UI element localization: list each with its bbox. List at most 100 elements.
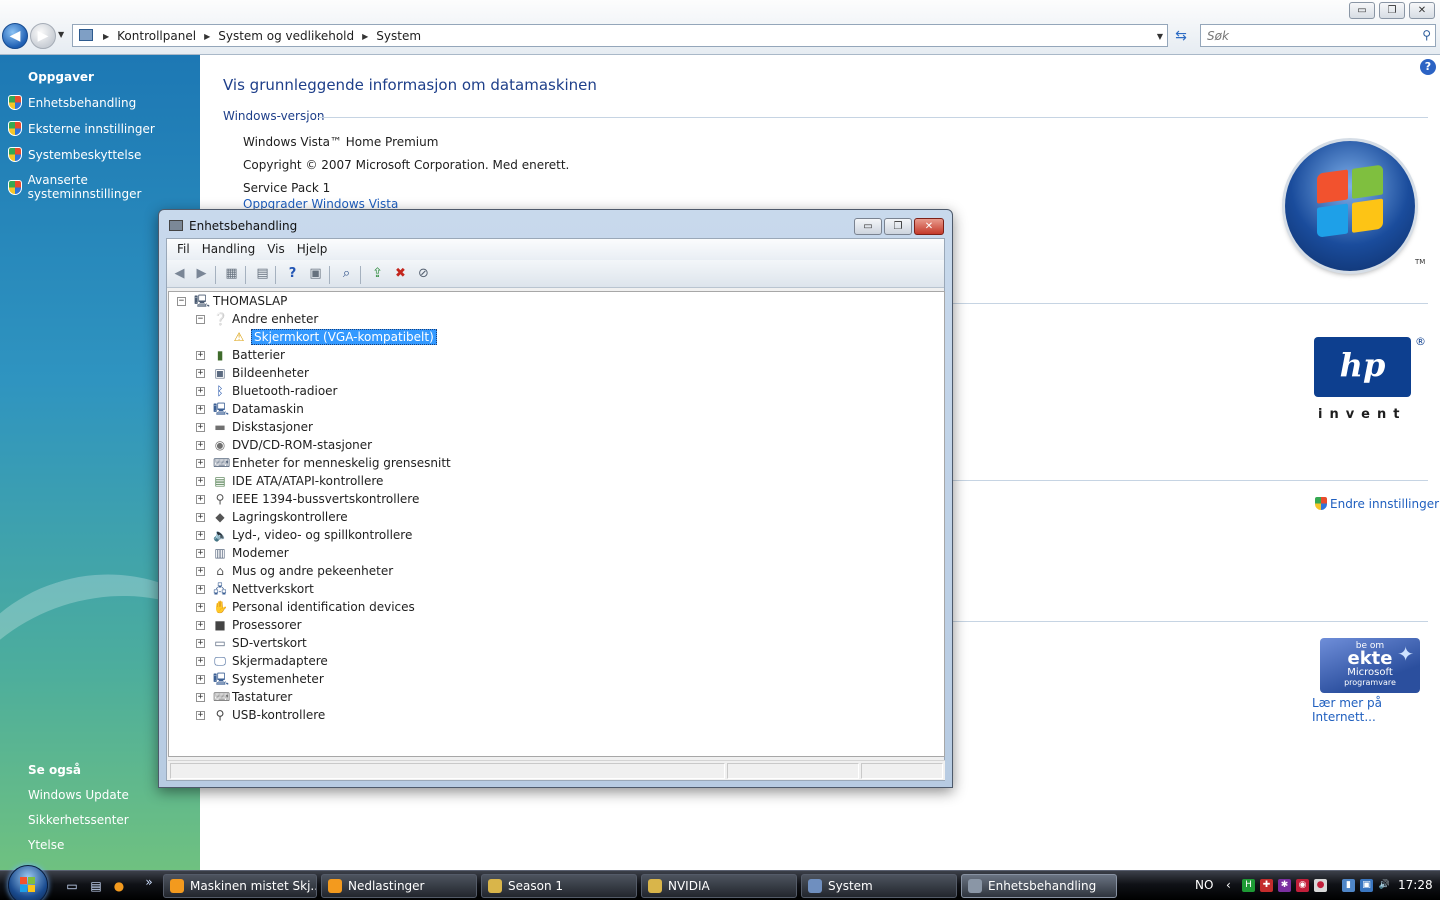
update-driver-icon[interactable]: ⇪ [369,266,386,282]
expand-icon[interactable]: + [196,602,205,612]
expand-icon[interactable]: + [196,386,205,396]
expand-icon[interactable]: + [196,656,205,666]
breadcrumb-system[interactable]: System [376,29,421,43]
forward-button[interactable]: ▶ [30,23,56,49]
taskbar-button-downloads[interactable]: Nedlastinger [321,874,477,898]
tree-category-datamaskin[interactable]: + 🖳 Datamaskin [196,400,304,418]
show-hide-tree-icon[interactable]: ▦ [223,266,240,282]
scan-hardware-icon[interactable]: ⌕ [338,266,355,282]
tree-category-ide-ata-atapi-kontrollere[interactable]: + ▤ IDE ATA/ATAPI-kontrollere [196,472,383,490]
breadcrumb-separator-icon[interactable]: ▶ [362,29,368,43]
breadcrumb-separator-icon[interactable]: ▶ [204,29,210,43]
collapse-icon[interactable]: − [196,314,205,324]
tray-security-icon[interactable]: ✚ [1260,879,1273,892]
tray-network-icon[interactable]: ✱ [1278,879,1291,892]
tree-category-personal-identification-devices[interactable]: + ✋ Personal identification devices [196,598,415,616]
tree-category-lagringskontrollere[interactable]: + ◆ Lagringskontrollere [196,508,348,526]
link-ytelse[interactable]: Ytelse [28,838,64,852]
close-button[interactable]: ✕ [1409,2,1435,19]
expand-icon[interactable]: + [196,638,205,648]
tree-category-usb-kontrollere[interactable]: + ⚲ USB-kontrollere [196,706,325,724]
switch-windows-icon[interactable]: ▤ [88,878,104,894]
dm-minimize-button[interactable]: ▭ [854,218,882,235]
device-tree[interactable]: − 🖳 THOMASLAP − ❔ Andre enheter ⚠ Skjerm… [168,291,945,757]
expand-icon[interactable]: + [196,566,205,576]
change-settings-link[interactable]: Endre innstillinger [1314,496,1439,511]
tray-app-icon[interactable]: ● [1314,879,1327,892]
view-icon[interactable]: ▣ [307,266,324,282]
expand-icon[interactable]: + [196,692,205,702]
link-sikkerhetssenter[interactable]: Sikkerhetssenter [28,813,129,827]
taskbar-button-season[interactable]: Season 1 [481,874,637,898]
task-systembeskyttelse[interactable]: Systembeskyttelse [8,147,141,162]
tree-category-diskstasjoner[interactable]: + ▬ Diskstasjoner [196,418,313,436]
tree-category-prosessorer[interactable]: + ■ Prosessorer [196,616,302,634]
clock[interactable]: 17:28 [1398,878,1433,892]
recent-pages-dropdown[interactable]: ▼ [58,30,64,39]
search-box[interactable]: ⚲ [1200,24,1436,47]
breadcrumb-separator-icon[interactable]: ▶ [103,29,109,43]
language-indicator[interactable]: NO [1195,878,1213,892]
device-manager-titlebar[interactable]: Enhetsbehandling ▭ ❐ ✕ [159,210,952,238]
tree-category-sd-vertskort[interactable]: + ▭ SD-vertskort [196,634,307,652]
learn-more-link[interactable]: Lær mer på Internett... [1312,696,1440,724]
tree-category-dvd-cd-rom-stasjoner[interactable]: + ◉ DVD/CD-ROM-stasjoner [196,436,372,454]
firefox-icon[interactable]: ● [111,878,127,894]
expand-icon[interactable]: + [196,350,205,360]
chevron-left-icon[interactable]: ‹ [1226,878,1231,892]
menu-vis[interactable]: Vis [261,239,291,260]
tree-category-andre-enheter[interactable]: − ❔ Andre enheter [196,310,318,328]
genuine-microsoft-badge[interactable]: be om ekte Microsoft programvare ✦ [1320,638,1420,693]
expand-icon[interactable]: + [196,422,205,432]
taskbar-button-device-manager[interactable]: Enhetsbehandling [961,874,1117,898]
minimize-button[interactable]: ▭ [1349,2,1375,19]
taskbar-button-system[interactable]: System [801,874,957,898]
forward-arrow-icon[interactable]: ▶ [193,266,210,282]
menu-handling[interactable]: Handling [196,239,262,260]
show-desktop-icon[interactable]: ▭ [64,878,80,894]
expand-icon[interactable]: + [196,530,205,540]
tree-category-tastaturer[interactable]: + ⌨ Tastaturer [196,688,292,706]
menu-hjelp[interactable]: Hjelp [291,239,334,260]
tree-category-nettverkskort[interactable]: + 🖧 Nettverkskort [196,580,314,598]
volume-icon[interactable]: 🔊 [1378,879,1391,892]
expand-icon[interactable]: + [196,494,205,504]
expand-icon[interactable]: + [196,620,205,630]
uninstall-icon[interactable]: ✖ [392,266,409,282]
expand-icon[interactable]: + [196,368,205,378]
tree-category-mus-og-andre-pekeenheter[interactable]: + ⌂ Mus og andre pekeenheter [196,562,393,580]
tree-category-ieee-1394-bussvertskontrollere[interactable]: + ⚲ IEEE 1394-bussvertskontrollere [196,490,419,508]
dm-maximize-button[interactable]: ❐ [884,218,912,235]
menu-fil[interactable]: Fil [171,239,196,260]
tree-category-skjermadaptere[interactable]: + 🖵 Skjermadaptere [196,652,328,670]
quicklaunch-more-button[interactable]: » [141,874,157,890]
expand-icon[interactable]: + [196,548,205,558]
search-input[interactable] [1201,25,1401,46]
tree-category-lyd-video-og-spillkontrollere[interactable]: + 🔈 Lyd-, video- og spillkontrollere [196,526,412,544]
disable-device-icon[interactable]: ⊘ [415,266,432,282]
expand-icon[interactable]: + [196,404,205,414]
tree-device-selected[interactable]: ⚠ Skjermkort (VGA-kompatibelt) [232,328,437,346]
expand-icon[interactable]: + [196,512,205,522]
address-dropdown-icon[interactable]: ▼ [1157,32,1163,41]
tree-category-modemer[interactable]: + ▥ Modemer [196,544,289,562]
expand-icon[interactable]: + [196,440,205,450]
link-windows-update[interactable]: Windows Update [28,788,129,802]
expand-icon[interactable]: + [196,476,205,486]
tray-power-icon[interactable]: ▮ [1342,879,1355,892]
task-avanserte-systeminnstillinger[interactable]: Avanserte systeminnstillinger [8,173,200,201]
expand-icon[interactable]: + [196,584,205,594]
dm-close-button[interactable]: ✕ [914,218,944,235]
back-arrow-icon[interactable]: ◀ [171,266,188,282]
tray-network-icon[interactable]: ▣ [1360,879,1373,892]
collapse-icon[interactable]: − [177,296,186,306]
tree-category-batterier[interactable]: + ▮ Batterier [196,346,285,364]
breadcrumb-system-og-vedlikehold[interactable]: System og vedlikehold [218,29,354,43]
properties-icon[interactable]: ▤ [254,266,271,282]
expand-icon[interactable]: + [196,710,205,720]
help-icon[interactable]: ? [284,266,301,282]
breadcrumb-kontrollpanel[interactable]: Kontrollpanel [117,29,196,43]
task-eksterne-innstillinger[interactable]: Eksterne innstillinger [8,121,155,136]
tree-category-systemenheter[interactable]: + 🖳 Systemenheter [196,670,324,688]
tree-category-bluetooth-radioer[interactable]: + ᛒ Bluetooth-radioer [196,382,337,400]
